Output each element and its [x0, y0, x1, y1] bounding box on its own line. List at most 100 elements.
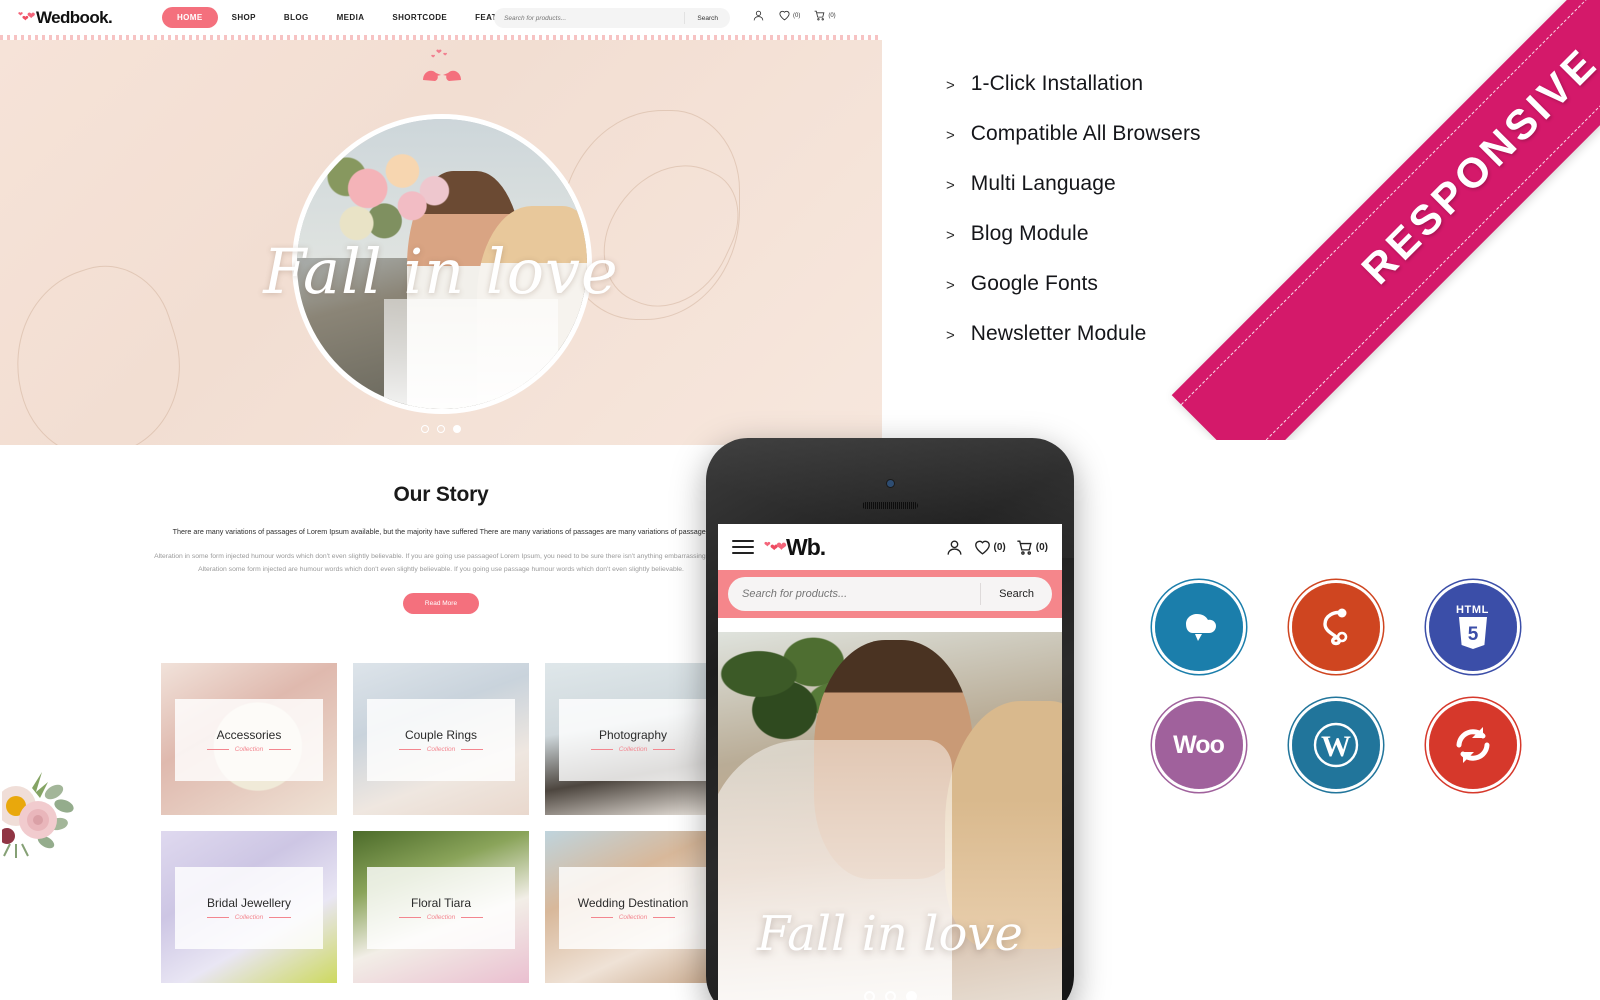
mobile-search-button[interactable]: Search — [981, 588, 1052, 600]
category-grid: Accessories Collection Couple Rings Coll… — [161, 663, 721, 983]
nav-item-shortcode[interactable]: SHORTCODE — [378, 8, 461, 27]
mobile-brand-name: Wb. — [786, 533, 826, 560]
technology-badges: HTML 5 Woo W — [1130, 568, 1541, 804]
header-icons: (0) (0) — [752, 9, 836, 22]
category-card-couple-rings[interactable]: Couple Rings Collection — [353, 663, 529, 815]
nav-item-blog[interactable]: BLOG — [270, 8, 323, 27]
hamburger-icon[interactable] — [732, 536, 754, 558]
divider-line — [653, 916, 676, 918]
chevron-right-icon: > — [946, 327, 955, 344]
read-more-button[interactable]: Read More — [402, 593, 480, 615]
badge-cell — [1130, 568, 1267, 686]
woocommerce-icon: Woo — [1154, 701, 1243, 789]
category-card-accessories[interactable]: Accessories Collection — [161, 663, 337, 815]
category-subtitle: Collection — [618, 745, 648, 753]
hearts-icon: ❤ ❤ ❤ — [18, 10, 36, 23]
search-input[interactable] — [494, 14, 685, 22]
feature-item-google-fonts: > Google Fonts — [946, 272, 1376, 296]
feature-item-blog-module: > Blog Module — [946, 222, 1376, 246]
category-title: Bridal Jewellery — [206, 895, 292, 910]
chevron-right-icon: > — [946, 77, 955, 94]
category-overlay: Wedding Destination Collection — [559, 867, 707, 949]
mobile-brand-logo[interactable]: ❤ ❤ ❤ Wb. — [764, 533, 826, 561]
mobile-header-icons: (0) (0) — [945, 538, 1048, 557]
feature-label: Blog Module — [970, 222, 1089, 245]
category-title: Accessories — [216, 727, 282, 742]
hero-dot-3[interactable] — [453, 425, 461, 433]
mobile-dot-1[interactable] — [863, 991, 875, 1000]
category-title: Wedding Destination — [577, 895, 689, 910]
hero-slider-dots — [0, 425, 882, 433]
hero-title: Fall in love — [263, 235, 619, 308]
category-subtitle: Collection — [234, 913, 264, 921]
love-birds-icon: ❤ ❤ ❤ — [419, 48, 465, 84]
badge-cell: W — [1267, 686, 1404, 804]
category-card-wedding-destination[interactable]: Wedding Destination Collection — [545, 831, 721, 983]
nav-item-shop[interactable]: SHOP — [218, 8, 270, 27]
mobile-dot-2[interactable] — [884, 991, 896, 1000]
mobile-slider-dots — [718, 991, 1062, 1000]
cart-count: (0) — [1035, 541, 1048, 553]
badge-cell — [1404, 686, 1541, 804]
hero-dot-2[interactable] — [437, 425, 445, 433]
woocommerce-label: Woo — [1173, 730, 1225, 759]
site-header: ❤ ❤ ❤ Wedbook. HOME SHOP BLOG MEDIA SHORTC… — [0, 0, 882, 35]
badge-cell: Woo — [1130, 686, 1267, 804]
mobile-dot-3[interactable] — [905, 991, 917, 1000]
account-icon[interactable] — [752, 9, 765, 22]
badge-cell — [1267, 568, 1404, 686]
phone-speaker-icon — [862, 502, 918, 509]
feature-item-compatible-all-browsers: > Compatible All Browsers — [946, 122, 1376, 146]
hero-dot-1[interactable] — [421, 425, 429, 433]
category-title: Floral Tiara — [410, 895, 472, 910]
phone-screen: ❤ ❤ ❤ Wb. (0) (0) Search for products...… — [718, 524, 1062, 1000]
search-button[interactable]: Search — [685, 15, 730, 22]
nav-item-home[interactable]: HOME — [162, 7, 218, 28]
category-card-photography[interactable]: Photography Collection — [545, 663, 721, 815]
cart-count: (0) — [828, 12, 836, 19]
badge-cell: HTML 5 — [1404, 568, 1541, 686]
brand-logo[interactable]: ❤ ❤ ❤ Wedbook. — [18, 8, 138, 28]
category-title: Photography — [598, 727, 668, 742]
category-card-floral-tiara[interactable]: Floral Tiara Collection — [353, 831, 529, 983]
divider-line — [653, 748, 676, 750]
wishlist-icon[interactable]: (0) — [778, 9, 800, 22]
feature-item-multi-language: > Multi Language — [946, 172, 1376, 196]
wishlist-count: (0) — [993, 541, 1006, 553]
feature-label: Multi Language — [970, 172, 1116, 195]
mobile-search-input[interactable] — [728, 588, 981, 600]
chevron-right-icon: > — [946, 277, 955, 294]
divider-line — [398, 916, 421, 918]
header-search-bar: Search — [494, 8, 730, 28]
feature-list: > 1-Click Installation > Compatible All … — [946, 72, 1376, 372]
svg-text:5: 5 — [1467, 624, 1478, 645]
cart-icon[interactable]: (0) — [813, 9, 836, 22]
feature-label: Compatible All Browsers — [970, 122, 1201, 145]
responsive-refresh-icon — [1428, 701, 1517, 789]
wishlist-icon[interactable]: (0) — [973, 538, 1006, 557]
divider-line — [398, 748, 421, 750]
category-title: Couple Rings — [404, 727, 478, 742]
category-card-bridal-jewellery[interactable]: Bridal Jewellery Collection — [161, 831, 337, 983]
category-overlay: Accessories Collection — [175, 699, 323, 781]
cart-icon[interactable]: (0) — [1015, 538, 1048, 557]
brand-name: Wedbook. — [36, 7, 113, 27]
svg-text:W: W — [1321, 730, 1351, 763]
feature-label: Google Fonts — [970, 272, 1099, 295]
account-icon[interactable] — [945, 538, 964, 557]
divider-line — [461, 916, 484, 918]
category-overlay: Bridal Jewellery Collection — [175, 867, 323, 949]
nav-item-media[interactable]: MEDIA — [323, 8, 379, 27]
sass-icon — [1291, 583, 1380, 671]
phone-camera-icon — [886, 480, 894, 487]
category-subtitle: Collection — [426, 913, 456, 921]
category-overlay: Floral Tiara Collection — [367, 867, 515, 949]
wordpress-icon: W — [1291, 701, 1380, 789]
mobile-hero-slider[interactable]: Fall in love — [718, 632, 1062, 1000]
chevron-right-icon: > — [946, 127, 955, 144]
mobile-search-bar: Search — [718, 570, 1062, 618]
hero-slider[interactable]: ❤ ❤ ❤ Fall in love — [0, 40, 882, 445]
feature-label: Newsletter Module — [970, 322, 1147, 345]
phone-mockup: ❤ ❤ ❤ Wb. (0) (0) Search for products...… — [706, 438, 1074, 1000]
category-subtitle: Collection — [234, 745, 264, 753]
